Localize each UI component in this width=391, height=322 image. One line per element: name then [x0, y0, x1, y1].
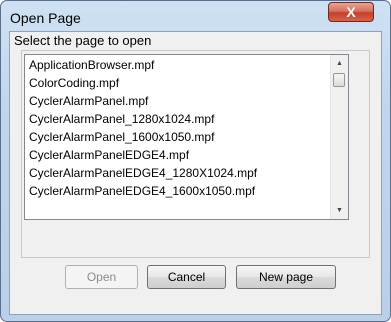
open-button[interactable]: Open	[65, 265, 138, 289]
scroll-thumb[interactable]	[333, 73, 345, 87]
list-item[interactable]: CyclerAlarmPanelEDGE4_1600x1050.mpf	[29, 182, 329, 200]
file-listbox[interactable]: ApplicationBrowser.mpf ColorCoding.mpf C…	[24, 54, 349, 220]
scroll-down-icon[interactable]: ▼	[331, 202, 348, 219]
vertical-scrollbar[interactable]: ▲ ▼	[330, 55, 348, 219]
list-item[interactable]: CyclerAlarmPanelEDGE4_1280X1024.mpf	[29, 164, 329, 182]
close-icon: X	[346, 4, 356, 20]
file-list: ApplicationBrowser.mpf ColorCoding.mpf C…	[29, 56, 329, 200]
list-item[interactable]: CyclerAlarmPanel_1280x1024.mpf	[29, 110, 329, 128]
list-item[interactable]: CyclerAlarmPanelEDGE4.mpf	[29, 146, 329, 164]
new-page-button[interactable]: New page	[236, 265, 336, 289]
open-page-dialog: Open Page X Select the page to open Appl…	[0, 0, 391, 322]
window-title: Open Page	[10, 10, 81, 26]
select-page-label: Select the page to open	[14, 33, 152, 48]
close-button[interactable]: X	[328, 2, 374, 22]
list-item[interactable]: CyclerAlarmPanel_1600x1050.mpf	[29, 128, 329, 146]
list-item[interactable]: CyclerAlarmPanel.mpf	[29, 92, 329, 110]
list-item[interactable]: ApplicationBrowser.mpf	[29, 56, 329, 74]
title-bar[interactable]: Open Page X	[1, 1, 390, 33]
list-item[interactable]: ColorCoding.mpf	[29, 74, 329, 92]
scroll-up-icon[interactable]: ▲	[331, 55, 348, 72]
cancel-button[interactable]: Cancel	[147, 265, 226, 289]
